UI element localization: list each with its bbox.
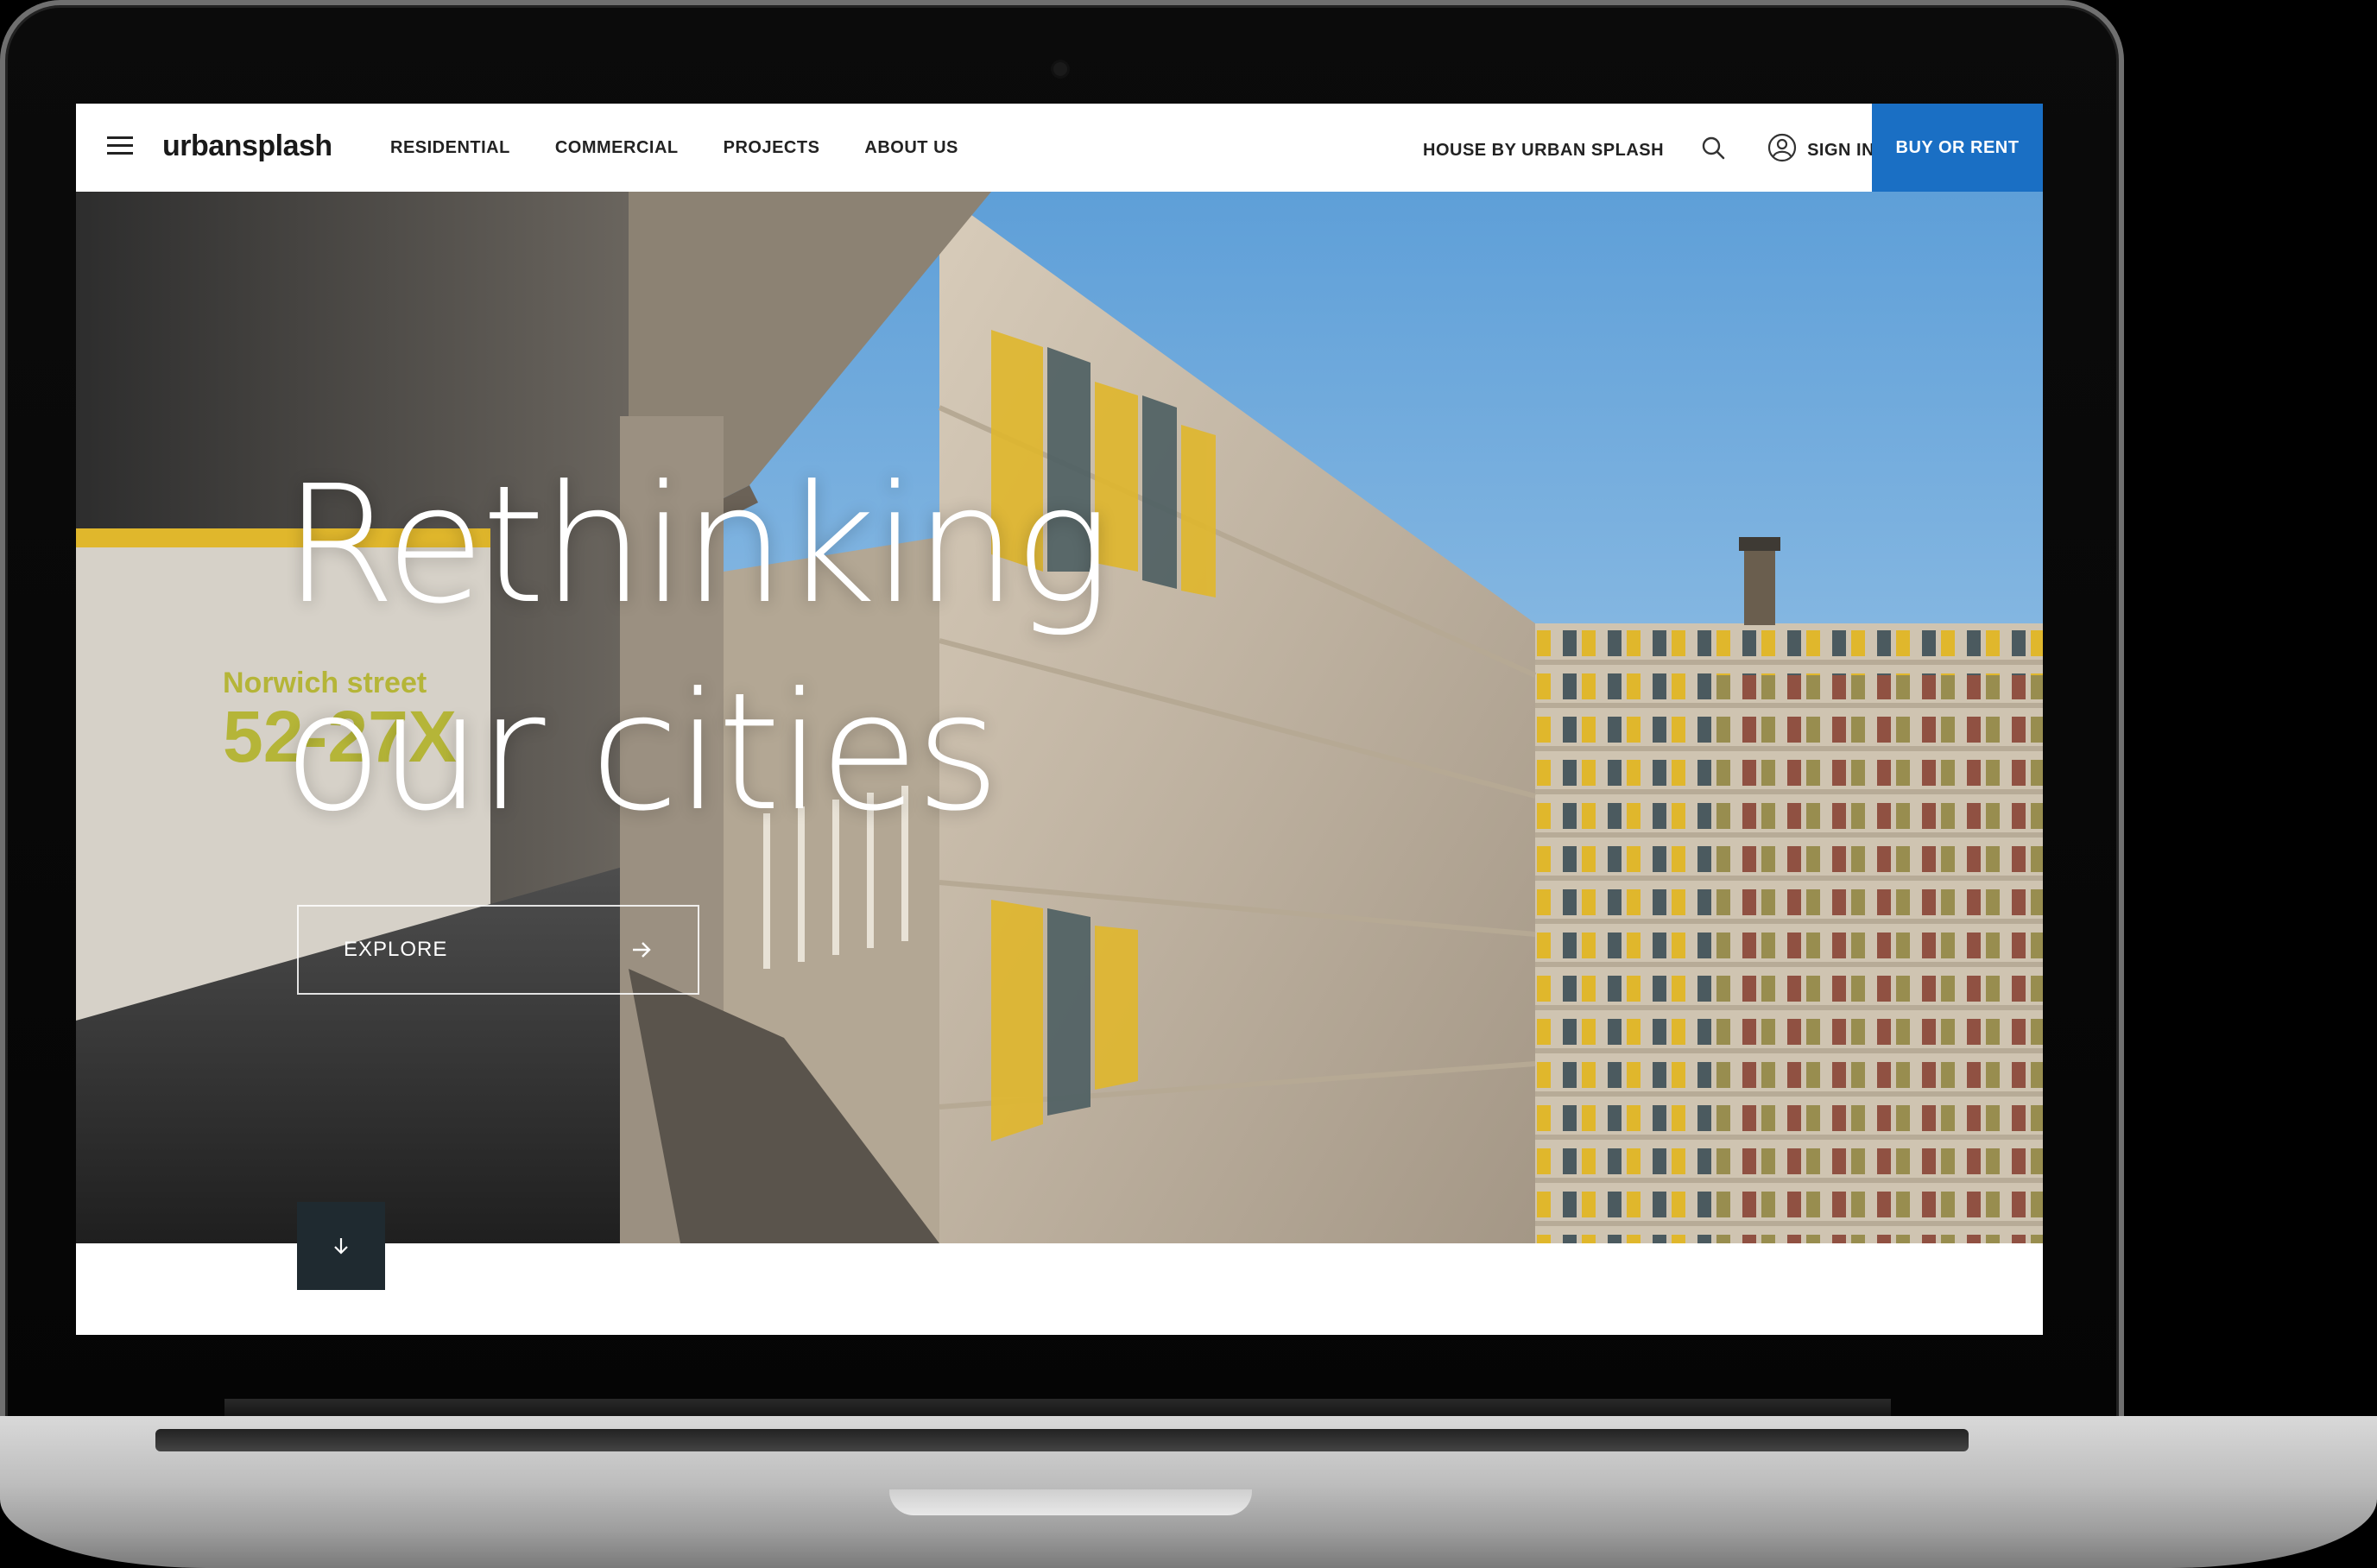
hero-headline-line2: our cities xyxy=(283,658,1000,847)
nav-residential[interactable]: RESIDENTIAL xyxy=(390,138,510,158)
buy-or-rent-button[interactable]: BUY OR RENT xyxy=(1872,104,2043,192)
site-logo[interactable]: urbansplash xyxy=(162,130,332,163)
webcam xyxy=(1053,62,1067,76)
hero-section: Norwich street 52-27X Rethinking our cit… xyxy=(76,192,2043,1243)
laptop-opening-notch xyxy=(889,1489,1252,1515)
site-header: urbansplash RESIDENTIAL COMMERCIAL PROJE… xyxy=(76,104,2043,192)
arrow-down-icon xyxy=(334,1238,348,1255)
explore-label: EXPLORE xyxy=(344,938,448,961)
main-nav: RESIDENTIAL COMMERCIAL PROJECTS ABOUT US xyxy=(390,138,958,158)
keyboard-edge xyxy=(155,1429,1969,1451)
search-icon[interactable] xyxy=(1700,135,1726,161)
nav-projects[interactable]: PROJECTS xyxy=(724,138,820,158)
arrow-right-icon xyxy=(633,942,651,958)
hero-headline-line1: Rethinking xyxy=(283,451,1111,640)
sign-in-label: SIGN IN xyxy=(1807,140,1875,160)
explore-button[interactable]: EXPLORE xyxy=(297,905,699,995)
nav-about-us[interactable]: ABOUT US xyxy=(864,138,958,158)
hamburger-menu-icon[interactable] xyxy=(107,136,133,157)
house-by-urban-splash-link[interactable]: HOUSE BY URBAN SPLASH xyxy=(1423,141,1664,161)
laptop-screen: urbansplash RESIDENTIAL COMMERCIAL PROJE… xyxy=(76,104,2043,1335)
nav-commercial[interactable]: COMMERCIAL xyxy=(555,138,679,158)
hero-headline: Rethinking our cities xyxy=(283,442,1111,857)
utility-nav: HOUSE BY URBAN SPLASH SIGN IN xyxy=(1423,133,1875,162)
sign-in-link[interactable]: SIGN IN xyxy=(1767,133,1875,162)
scroll-down-button[interactable] xyxy=(297,1202,385,1290)
user-icon xyxy=(1767,133,1797,162)
